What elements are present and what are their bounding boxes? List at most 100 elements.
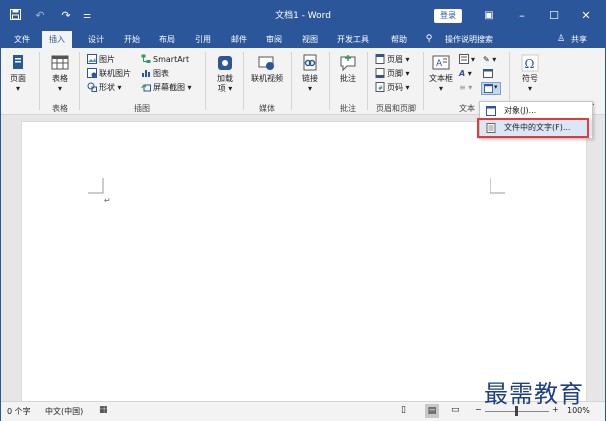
addins-button[interactable]: 加载项 ▾ (211, 54, 239, 94)
online-picture-icon (87, 68, 97, 78)
tab-review[interactable]: 审阅 (261, 31, 287, 48)
quick-parts-button[interactable]: ▾ (459, 54, 475, 65)
macro-record-icon[interactable]: ▦ (99, 405, 108, 415)
document-page[interactable]: ↵ (21, 121, 587, 405)
dropdown-arrow-icon: ▾ (307, 84, 312, 93)
drop-cap-button[interactable]: ≡ ▾ (459, 82, 472, 93)
word-count[interactable]: 0 个字 (7, 406, 31, 417)
addins-label-2: 项 (217, 84, 226, 93)
smartart-icon (141, 54, 151, 63)
media-group-label: 媒体 (259, 104, 275, 113)
object-icon (484, 84, 493, 93)
tab-mailings[interactable]: 邮件 (226, 31, 252, 48)
dropdown-arrow-icon: ▾ (405, 83, 410, 92)
online-video-button[interactable]: 联机视频 (247, 54, 287, 84)
save-icon[interactable] (7, 1, 23, 31)
minimize-icon[interactable]: – (514, 1, 530, 31)
wordart-button[interactable]: A ▾ (459, 68, 472, 79)
object-button[interactable]: ▾ (481, 82, 501, 95)
comment-button[interactable]: 批注 (335, 54, 361, 84)
word-window: ↶ ↷ ⚌ 文档1 - Word 登录 ▣ – ☐ ✕ 文件 插入 设计 开始 … (0, 0, 606, 421)
tab-view[interactable]: 视图 (297, 31, 323, 48)
tab-file[interactable]: 文件 (9, 31, 35, 48)
table-icon (51, 55, 69, 70)
page-icon (13, 55, 23, 69)
zoom-out-icon[interactable]: − (475, 405, 482, 414)
links-label: 链接 (302, 74, 318, 83)
tab-developer[interactable]: 开发工具 (333, 31, 373, 48)
date-time-button[interactable] (483, 68, 495, 79)
group-separator (79, 52, 80, 110)
dropdown-arrow-icon: ▾ (187, 83, 192, 92)
read-mode-icon[interactable]: ▯ (401, 405, 406, 415)
login-button[interactable]: 登录 (434, 9, 462, 23)
tab-insert[interactable]: 插入 (42, 31, 72, 48)
date-time-icon (483, 69, 493, 78)
dropdown-arrow-icon: ▾ (494, 83, 498, 91)
dropdown-arrow-icon: ▾ (405, 69, 410, 78)
svg-text:Ω: Ω (525, 57, 535, 71)
header-icon (375, 54, 385, 64)
dropdown-arrow-icon: ▾ (228, 84, 233, 93)
page-number-icon: # (375, 82, 385, 92)
watermark-logo: 最需教育 (484, 380, 584, 408)
links-button[interactable]: 链接 ▾ (297, 54, 323, 94)
table-button[interactable]: 表格 ▾ (45, 54, 75, 94)
tab-design[interactable]: 设计 (83, 31, 109, 48)
title-bar: ↶ ↷ ⚌ 文档1 - Word 登录 ▣ – ☐ ✕ (1, 1, 605, 31)
customize-quick-access-icon[interactable]: ⚌ (81, 1, 93, 31)
language-indicator[interactable]: 中文(中国) (45, 406, 83, 417)
ribbon-display-options-icon[interactable]: ▣ (481, 1, 497, 31)
page-number-label: 页码 (387, 83, 403, 92)
tab-help[interactable]: 帮助 (386, 31, 412, 48)
margin-corner-top-left (88, 178, 104, 194)
smartart-button[interactable]: SmartArt (141, 54, 189, 65)
pages-label: 页面 (10, 74, 26, 83)
symbol-button[interactable]: Ω 符号 ▾ (515, 54, 545, 94)
tab-layout[interactable]: 布局 (154, 31, 180, 48)
dropdown-arrow-icon: ▾ (15, 84, 20, 93)
shapes-button[interactable]: 形状 ▾ (87, 82, 122, 93)
addins-icon (218, 56, 232, 70)
group-separator (329, 52, 330, 110)
picture-button[interactable]: 图片 (87, 54, 115, 65)
online-video-icon (258, 56, 274, 70)
illustrations-group-label: 插图 (134, 104, 150, 113)
online-picture-button[interactable]: 联机图片 (87, 68, 131, 79)
omega-icon: Ω (521, 54, 539, 72)
print-layout-icon[interactable]: ▤ (425, 404, 439, 418)
screenshot-button[interactable]: 屏幕截图 ▾ (141, 82, 192, 93)
header-button[interactable]: 页眉 ▾ (375, 54, 410, 65)
person-icon: ♙ (556, 34, 566, 44)
dropdown-arrow-icon: ▾ (438, 84, 443, 93)
chart-button[interactable]: 图表 (141, 68, 169, 79)
menu-item-object[interactable]: 对象(J)... (480, 103, 592, 119)
quick-parts-icon (459, 54, 469, 64)
menu-item-object-label: 对象(J)... (504, 106, 537, 115)
smartart-label: SmartArt (153, 55, 190, 64)
close-icon[interactable]: ✕ (578, 1, 594, 31)
signature-line-button[interactable]: ✎ ▾ (483, 54, 496, 65)
tell-me-search[interactable]: 操作说明搜索 (437, 31, 501, 48)
tab-references[interactable]: 引用 (190, 31, 216, 48)
highlight-box (477, 118, 589, 138)
footer-button[interactable]: 页脚 ▾ (375, 68, 410, 79)
maximize-icon[interactable]: ☐ (546, 1, 562, 31)
tab-home[interactable]: 开始 (119, 31, 145, 48)
textbox-label: 文本框 (429, 74, 453, 83)
chart-label: 图表 (153, 69, 169, 78)
group-separator (39, 52, 40, 110)
group-separator (243, 52, 244, 110)
undo-icon[interactable]: ↶ (31, 1, 49, 31)
redo-icon[interactable]: ↷ (57, 1, 75, 31)
pages-button[interactable]: 页面 ▾ (5, 54, 31, 94)
chart-icon (142, 70, 150, 77)
page-number-button[interactable]: # 页码 ▾ (375, 82, 410, 93)
screenshot-icon (141, 84, 151, 92)
wordart-icon: A (459, 69, 466, 78)
textbox-icon: A (432, 55, 450, 70)
group-separator (423, 52, 424, 110)
textbox-button[interactable]: A 文本框 ▾ (427, 54, 455, 94)
share-button[interactable]: 共享 (567, 31, 591, 48)
web-layout-icon[interactable]: ▭ (451, 405, 460, 415)
